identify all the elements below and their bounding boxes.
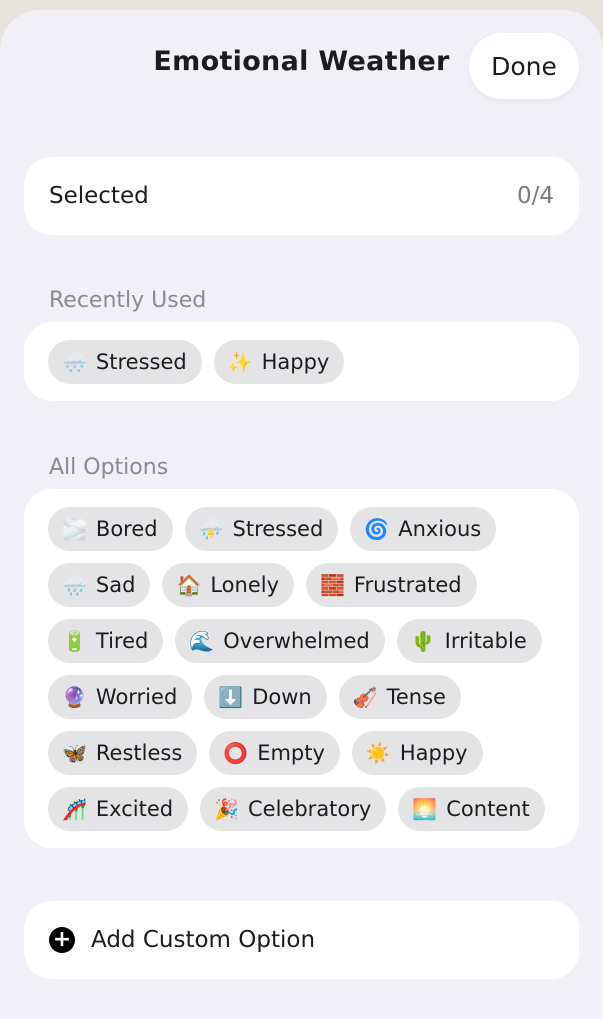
chip-sad[interactable]: 🌧️ Sad <box>48 563 151 607</box>
chip-down[interactable]: ⬇️ Down <box>204 675 327 719</box>
chip-happy[interactable]: ☀️ Happy <box>351 731 483 775</box>
chip-excited[interactable]: 🎢 Excited <box>48 787 189 831</box>
chip-frustrated[interactable]: 🧱 Frustrated <box>306 563 477 607</box>
chip-recent-stressed[interactable]: 🌨️ Stressed <box>48 340 202 384</box>
chip-label: Tired <box>95 629 149 653</box>
chip-worried[interactable]: 🔮 Worried <box>48 675 193 719</box>
hollow-circle-icon: ⭕ <box>223 741 249 765</box>
all-options-chips: 🌫️ Bored ⛈️ Stressed 🌀 Anxious 🌧️ Sad 🏠 Lonel… <box>24 489 579 849</box>
cactus-icon: 🌵 <box>410 629 436 653</box>
chip-label: Lonely <box>210 573 280 597</box>
add-custom-option-label: Add Custom Option <box>91 927 316 953</box>
chip-label: Down <box>252 685 312 709</box>
butterfly-icon: 🦋 <box>62 741 87 765</box>
chip-anxious[interactable]: 🌀 Anxious <box>350 507 497 551</box>
chip-label: Stressed <box>95 350 187 374</box>
selected-count: 0/4 <box>516 183 554 209</box>
chip-label: Content <box>446 797 530 821</box>
chip-content[interactable]: 🌅 Content <box>398 787 545 831</box>
chip-label: Celebratory <box>248 797 372 821</box>
chip-label: Irritable <box>444 629 527 653</box>
party-popper-icon: 🎉 <box>214 797 240 821</box>
chip-label: Happy <box>261 350 330 374</box>
chip-label: Excited <box>95 797 174 821</box>
chip-label: Worried <box>95 685 178 709</box>
house-icon: 🏠 <box>176 573 202 597</box>
chip-label: Empty <box>257 741 325 765</box>
chip-tense[interactable]: 🎻 Tense <box>338 675 461 719</box>
selected-label: Selected <box>49 183 149 209</box>
chip-label: Tense <box>386 685 446 709</box>
done-button[interactable]: Done <box>469 33 579 99</box>
chip-label: Anxious <box>398 517 482 541</box>
violin-icon: 🎻 <box>352 685 378 709</box>
rain-cloud-icon: 🌧️ <box>62 573 87 597</box>
wave-icon: 🌊 <box>189 629 215 653</box>
chip-label: Restless <box>95 741 183 765</box>
all-options-heading: All Options <box>49 455 169 480</box>
roller-coaster-icon: 🎢 <box>62 797 87 821</box>
chip-tired[interactable]: 🔋 Tired <box>48 619 164 663</box>
selected-summary: Selected 0/4 <box>24 157 579 235</box>
chip-label: Bored <box>95 517 158 541</box>
chip-restless[interactable]: 🦋 Restless <box>48 731 198 775</box>
battery-icon: 🔋 <box>62 629 87 653</box>
chip-label: Sad <box>95 573 136 597</box>
chip-label: Happy <box>399 741 468 765</box>
chip-celebratory[interactable]: 🎉 Celebratory <box>200 787 387 831</box>
chip-irritable[interactable]: 🌵 Irritable <box>396 619 542 663</box>
chip-lonely[interactable]: 🏠 Lonely <box>162 563 295 607</box>
add-custom-option-button[interactable]: + Add Custom Option <box>24 901 579 979</box>
chip-label: Overwhelmed <box>223 629 370 653</box>
brick-icon: 🧱 <box>320 573 345 597</box>
sparkles-icon: ✨ <box>227 350 253 374</box>
chip-recent-happy[interactable]: ✨ Happy <box>213 340 345 384</box>
sunrise-icon: 🌅 <box>412 797 438 821</box>
chip-bored[interactable]: 🌫️ Bored <box>48 507 173 551</box>
recently-used-chips: 🌨️ Stressed ✨ Happy <box>24 322 579 402</box>
all-options-card: 🌫️ Bored ⛈️ Stressed 🌀 Anxious 🌧️ Sad 🏠 Lonel… <box>24 489 579 848</box>
chip-overwhelmed[interactable]: 🌊 Overwhelmed <box>175 619 385 663</box>
chip-label: Frustrated <box>353 573 462 597</box>
fog-icon: 🌫️ <box>62 517 87 541</box>
plus-circle-icon: + <box>49 927 75 953</box>
thunder-cloud-icon: ⛈️ <box>198 517 224 541</box>
stressed-icon: 🌨️ <box>62 350 87 374</box>
down-arrow-icon: ⬇️ <box>218 685 244 709</box>
chip-empty[interactable]: ⭕ Empty <box>209 731 340 775</box>
chip-label: Stressed <box>232 517 324 541</box>
recently-used-card: 🌨️ Stressed ✨ Happy <box>24 322 579 401</box>
recently-used-heading: Recently Used <box>49 288 207 313</box>
sun-icon: ☀️ <box>365 741 391 765</box>
crystal-ball-icon: 🔮 <box>62 685 87 709</box>
cyclone-icon: 🌀 <box>364 517 390 541</box>
chip-stressed[interactable]: ⛈️ Stressed <box>184 507 339 551</box>
